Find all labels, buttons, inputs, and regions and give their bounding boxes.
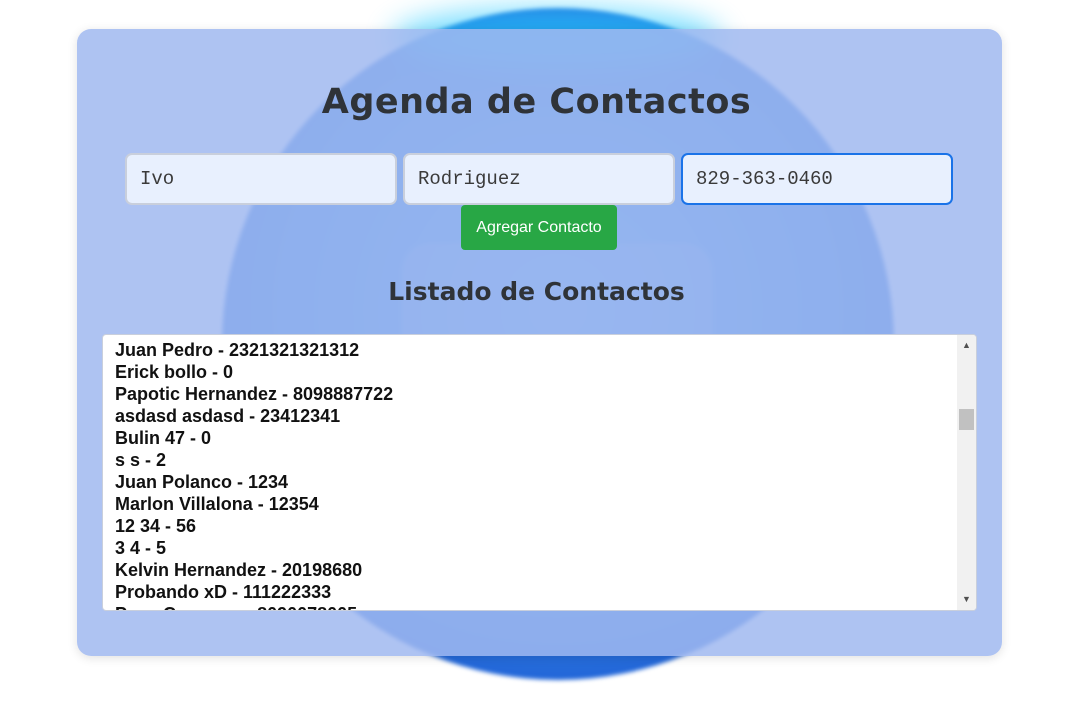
contacts-list[interactable]: Juan Pedro - 2321321321312 Erick bollo - … [102,334,977,611]
last-name-input[interactable] [403,153,675,205]
add-contact-button[interactable]: Agregar Contacto [461,205,617,250]
list-item[interactable]: Bulin 47 - 0 [115,427,952,449]
list-item[interactable]: Juan Pedro - 2321321321312 [115,339,952,361]
list-item[interactable]: Pavo Carrasco - 8090078005 [115,603,952,610]
list-item[interactable]: 12 34 - 56 [115,515,952,537]
contacts-list-title: Listado de Contactos [388,277,685,306]
page-title: Agenda de Contactos [321,82,752,122]
first-name-input[interactable] [125,153,397,205]
list-item[interactable]: Probando xD - 111222333 [115,581,952,603]
contacts-list-items: Juan Pedro - 2321321321312 Erick bollo - … [115,339,952,610]
scroll-down-icon[interactable]: ▼ [957,591,976,608]
list-item[interactable]: Papotic Hernandez - 8098887722 [115,383,952,405]
list-item[interactable]: Kelvin Hernandez - 20198680 [115,559,952,581]
scroll-thumb[interactable] [959,409,974,430]
list-item[interactable]: Juan Polanco - 1234 [115,471,952,493]
list-item[interactable]: Erick bollo - 0 [115,361,952,383]
scroll-up-icon[interactable]: ▲ [957,337,976,354]
list-item[interactable]: Marlon Villalona - 12354 [115,493,952,515]
list-scrollbar[interactable]: ▲ ▼ [957,335,976,610]
list-item[interactable]: 3 4 - 5 [115,537,952,559]
list-item[interactable]: asdasd asdasd - 23412341 [115,405,952,427]
list-item[interactable]: s s - 2 [115,449,952,471]
page-stage: Agenda de Contactos Agregar Contacto Lis… [0,0,1073,723]
phone-input[interactable] [681,153,953,205]
